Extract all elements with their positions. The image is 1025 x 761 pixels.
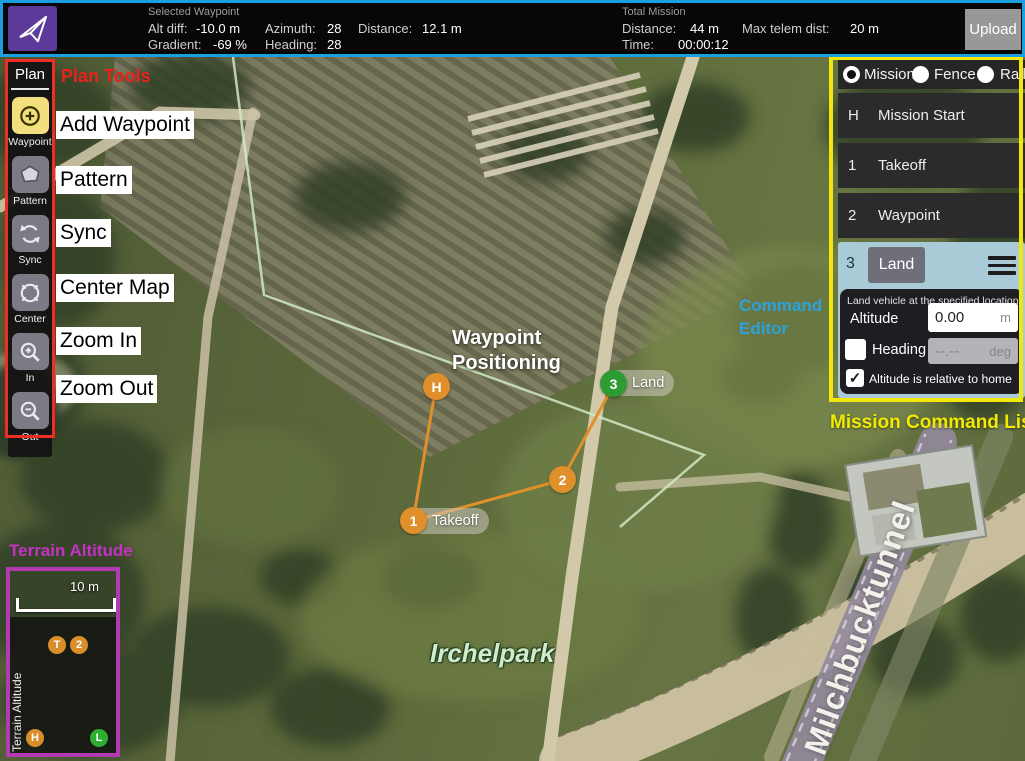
azimuth-label: Azimuth: (265, 21, 316, 36)
tool-label-zoom-in: In (8, 372, 52, 384)
annotation-center-map: Center Map (56, 274, 174, 302)
radio-mission[interactable] (843, 66, 860, 83)
terrain-marker-l: L (90, 729, 108, 747)
mission-type-tabs: Mission Fence Rally (838, 60, 1025, 89)
tool-label-waypoint: Waypoint (8, 136, 52, 148)
altitude-relative-label: Altitude is relative to home (869, 372, 1012, 386)
zoom-out-button[interactable] (12, 392, 49, 429)
map-scale-bar (16, 598, 116, 612)
terrain-marker-t: T (48, 636, 66, 654)
max-telem-value: 20 m (850, 21, 879, 36)
mission-item-label: Mission Start (878, 107, 965, 124)
zoom-out-icon (18, 399, 42, 423)
waypoint-marker-home[interactable]: H (423, 373, 450, 400)
heading-input[interactable]: --.-- deg (928, 338, 1018, 364)
add-waypoint-icon (18, 104, 42, 128)
radio-rally[interactable] (977, 66, 994, 83)
mission-item-takeoff[interactable]: 1 Takeoff (838, 143, 1025, 188)
sw-distance-label: Distance: (358, 21, 412, 36)
altitude-relative-checkbox[interactable] (846, 369, 864, 387)
plan-view-screen: { "toolbar": { "selected_waypoint": { "t… (0, 0, 1025, 761)
annotation-command-editor: Command Editor (739, 294, 822, 340)
pattern-button[interactable] (12, 156, 49, 193)
waypoint-marker-2[interactable]: 2 (549, 466, 576, 493)
altitude-unit: m (1000, 310, 1011, 325)
heading-label: Heading: (265, 37, 317, 52)
mission-item-index: 2 (848, 207, 870, 224)
annotation-zoom-out: Zoom Out (56, 375, 157, 403)
azimuth-value: 28 (327, 21, 341, 36)
radio-label-mission[interactable]: Mission (864, 66, 915, 83)
app-logo-button[interactable] (8, 6, 57, 51)
annotation-mission-command-list: Mission Command List (830, 412, 1025, 434)
terrain-marker-h: H (26, 729, 44, 747)
mission-item-waypoint[interactable]: 2 Waypoint (838, 193, 1025, 238)
annotation-terrain-altitude: Terrain Altitude (9, 541, 133, 561)
max-telem-label: Max telem dist: (742, 21, 829, 36)
add-waypoint-button[interactable] (12, 97, 49, 134)
mission-item-land-selected[interactable]: 3 Land Land vehicle at the specified loc… (838, 242, 1025, 398)
pattern-icon (18, 163, 42, 187)
terrain-marker-2: 2 (70, 636, 88, 654)
plan-toolbar: Plan Waypoint Pattern Sync Center (8, 60, 52, 457)
mission-item-index: 3 (846, 255, 855, 273)
tool-label-pattern: Pattern (8, 195, 52, 207)
upload-button[interactable]: Upload (965, 9, 1021, 50)
tm-distance-label: Distance: (622, 21, 676, 36)
alt-diff-label: Alt diff: (148, 21, 188, 36)
alt-diff-value: -10.0 m (196, 21, 240, 36)
gradient-label: Gradient: (148, 37, 201, 52)
zoom-in-button[interactable] (12, 333, 49, 370)
gradient-value: -69 % (213, 37, 247, 52)
total-mission-title: Total Mission (622, 6, 686, 18)
annotation-add-waypoint: Add Waypoint (56, 111, 194, 139)
annotation-waypoint-positioning: Waypoint Positioning (452, 326, 561, 376)
radio-label-fence[interactable]: Fence (934, 66, 976, 83)
altitude-label: Altitude (850, 311, 898, 327)
heading-field-label: Heading (872, 342, 926, 358)
tool-label-zoom-out: Out (8, 431, 52, 443)
altitude-input[interactable]: 0.00 m (928, 303, 1018, 332)
mission-item-label: Waypoint (878, 207, 940, 224)
zoom-in-icon (18, 340, 42, 364)
hamburger-menu-icon[interactable] (988, 256, 1016, 279)
mission-item-index: 1 (848, 157, 870, 174)
tm-time-label: Time: (622, 37, 654, 52)
map-scale-label: 10 m (70, 579, 99, 594)
annotation-sync: Sync (56, 219, 111, 247)
terrain-axis-label: Terrain Altitude (10, 620, 24, 752)
mission-item-home[interactable]: H Mission Start (838, 93, 1025, 138)
sync-icon (18, 222, 42, 246)
waypoint-marker-1[interactable]: 1 (400, 507, 427, 534)
center-crosshair-icon (18, 281, 42, 305)
sw-distance-value: 12.1 m (422, 21, 462, 36)
radio-fence[interactable] (912, 66, 929, 83)
annotation-plan-tools: Plan Tools (61, 66, 151, 87)
waypoint-marker-3[interactable]: 3 (600, 370, 627, 397)
paper-plane-icon (13, 11, 53, 47)
heading-unit: deg (989, 344, 1011, 359)
heading-value: 28 (327, 37, 341, 52)
selected-waypoint-title: Selected Waypoint (148, 6, 239, 18)
tool-label-center: Center (8, 313, 52, 325)
annotation-pattern: Pattern (56, 166, 132, 194)
annotation-zoom-in: Zoom In (56, 327, 141, 355)
sync-button[interactable] (12, 215, 49, 252)
command-editor-panel: Land vehicle at the specified location. … (840, 289, 1023, 394)
plan-title: Plan (11, 63, 49, 90)
center-map-button[interactable] (12, 274, 49, 311)
radio-label-rally[interactable]: Rally (1000, 66, 1025, 83)
mission-item-index: H (848, 107, 870, 124)
tool-label-sync: Sync (8, 254, 52, 266)
heading-checkbox[interactable] (845, 339, 866, 360)
mission-item-label: Takeoff (878, 157, 926, 174)
tm-time-value: 00:00:12 (678, 37, 729, 52)
command-type-dropdown[interactable]: Land (868, 247, 925, 283)
tm-distance-value: 44 m (690, 21, 719, 36)
